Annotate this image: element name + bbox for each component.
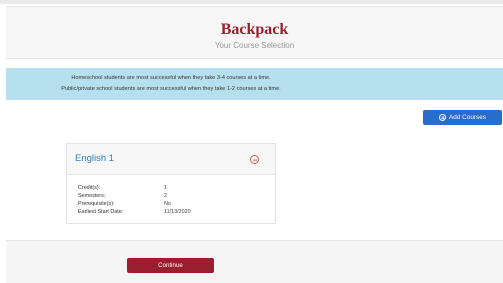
minus-circle-icon[interactable] — [250, 155, 259, 164]
plus-circle-icon — [439, 114, 447, 121]
detail-value: No — [164, 201, 171, 207]
page-title: Backpack — [220, 21, 289, 38]
detail-value: 1 — [164, 185, 167, 191]
notice-line-public-private: Public/private school students are most … — [61, 86, 281, 92]
course-card-header: English 1 — [67, 144, 275, 175]
detail-label: Semesters: — [78, 193, 106, 199]
course-title[interactable]: English 1 — [75, 153, 114, 164]
continue-button[interactable]: Continue — [127, 258, 214, 273]
detail-label: Credit(s): — [78, 185, 101, 191]
page-header: Backpack Your Course Selection — [6, 6, 503, 59]
add-courses-button[interactable]: Add Courses — [423, 110, 502, 125]
info-notice: Homeschool students are most successful … — [6, 68, 503, 100]
detail-value: 2 — [164, 193, 167, 199]
detail-value: 11/13/2020 — [164, 209, 191, 215]
notice-line-homeschool: Homeschool students are most successful … — [71, 75, 271, 81]
page-footer: Continue — [6, 240, 503, 283]
add-courses-label: Add Courses — [449, 114, 486, 121]
detail-label: Earliest Start Date: — [78, 209, 124, 215]
course-card: English 1 Credit(s): 1 Semesters: 2 Prer… — [66, 143, 276, 224]
detail-label: Prerequisite(s): — [78, 201, 115, 207]
page-subtitle: Your Course Selection — [214, 41, 295, 50]
top-divider — [0, 0, 503, 4]
